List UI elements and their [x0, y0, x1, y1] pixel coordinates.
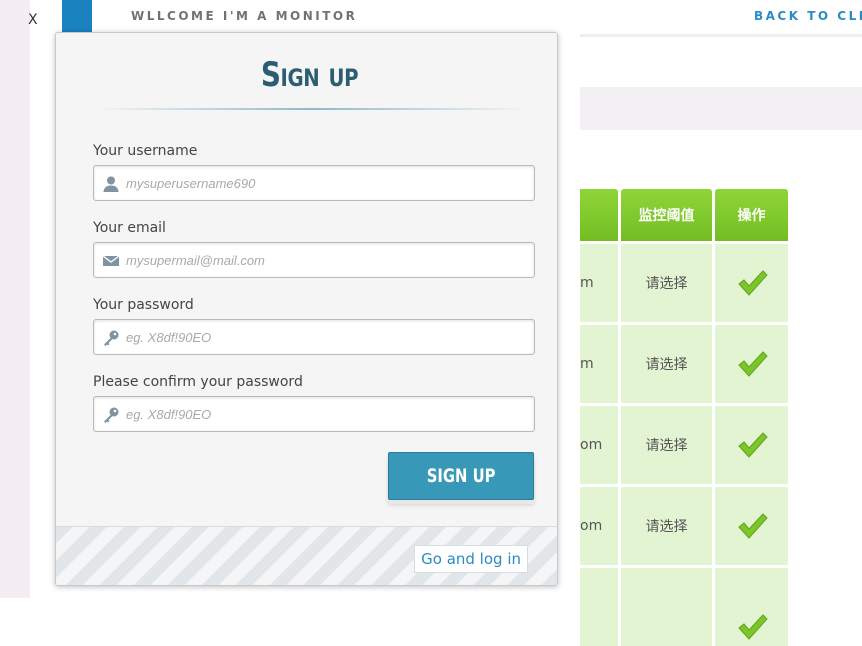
login-link[interactable]: Go and log in [414, 545, 528, 573]
table-header-action: 操作 [715, 189, 788, 241]
action-cell [715, 406, 788, 484]
modal-title: Sign up [260, 55, 359, 95]
action-cell [715, 568, 788, 646]
action-cell [715, 487, 788, 565]
user-icon [103, 176, 119, 192]
password-label: Your password [93, 297, 194, 313]
password-input[interactable] [126, 320, 526, 354]
email-label: Your email [93, 220, 166, 236]
table-cell [580, 568, 618, 646]
email-input[interactable] [126, 243, 526, 277]
left-edge-strip [0, 0, 30, 598]
title-divider [96, 108, 528, 110]
back-to-client-link[interactable]: BACK TO CLI [754, 9, 862, 23]
threshold-select[interactable]: 请选择 [621, 487, 712, 565]
check-icon[interactable] [736, 611, 768, 643]
threshold-select[interactable] [621, 568, 712, 646]
key-icon [104, 407, 119, 423]
table-header-cell [580, 189, 618, 241]
signup-button-label: SIGN UP [426, 465, 496, 487]
check-icon[interactable] [736, 510, 768, 542]
check-icon[interactable] [736, 267, 768, 299]
threshold-select[interactable]: 请选择 [621, 325, 712, 403]
signup-modal: Sign up Your username Your email Your pa… [55, 32, 558, 586]
welcome-text: WLLCOME I'M A MONITOR [131, 9, 358, 23]
threshold-select[interactable]: 请选择 [621, 244, 712, 322]
key-icon [104, 330, 119, 346]
confirm-password-label: Please confirm your password [93, 374, 303, 390]
table-header-threshold: 监控阈值 [621, 189, 712, 241]
threshold-select[interactable]: 请选择 [621, 406, 712, 484]
table-cell: m [580, 244, 618, 322]
signup-button[interactable]: SIGN UP [388, 452, 534, 500]
action-cell [715, 325, 788, 403]
modal-footer: Go and log in [56, 526, 557, 585]
signup-form: Sign up Your username Your email Your pa… [62, 33, 557, 527]
toolbar-bar [580, 87, 862, 130]
table-cell: om [580, 487, 618, 565]
username-field[interactable] [93, 165, 535, 201]
confirm-password-input[interactable] [126, 397, 526, 431]
table-cell: om [580, 406, 618, 484]
email-field[interactable] [93, 242, 535, 278]
check-icon[interactable] [736, 429, 768, 461]
close-button[interactable]: X [28, 12, 38, 28]
password-field[interactable] [93, 319, 535, 355]
username-label: Your username [93, 143, 198, 159]
confirm-password-field[interactable] [93, 396, 535, 432]
username-input[interactable] [126, 166, 526, 200]
mail-icon [102, 255, 120, 266]
action-cell [715, 244, 788, 322]
header-divider [580, 34, 862, 37]
check-icon[interactable] [736, 348, 768, 380]
table-cell: m [580, 325, 618, 403]
